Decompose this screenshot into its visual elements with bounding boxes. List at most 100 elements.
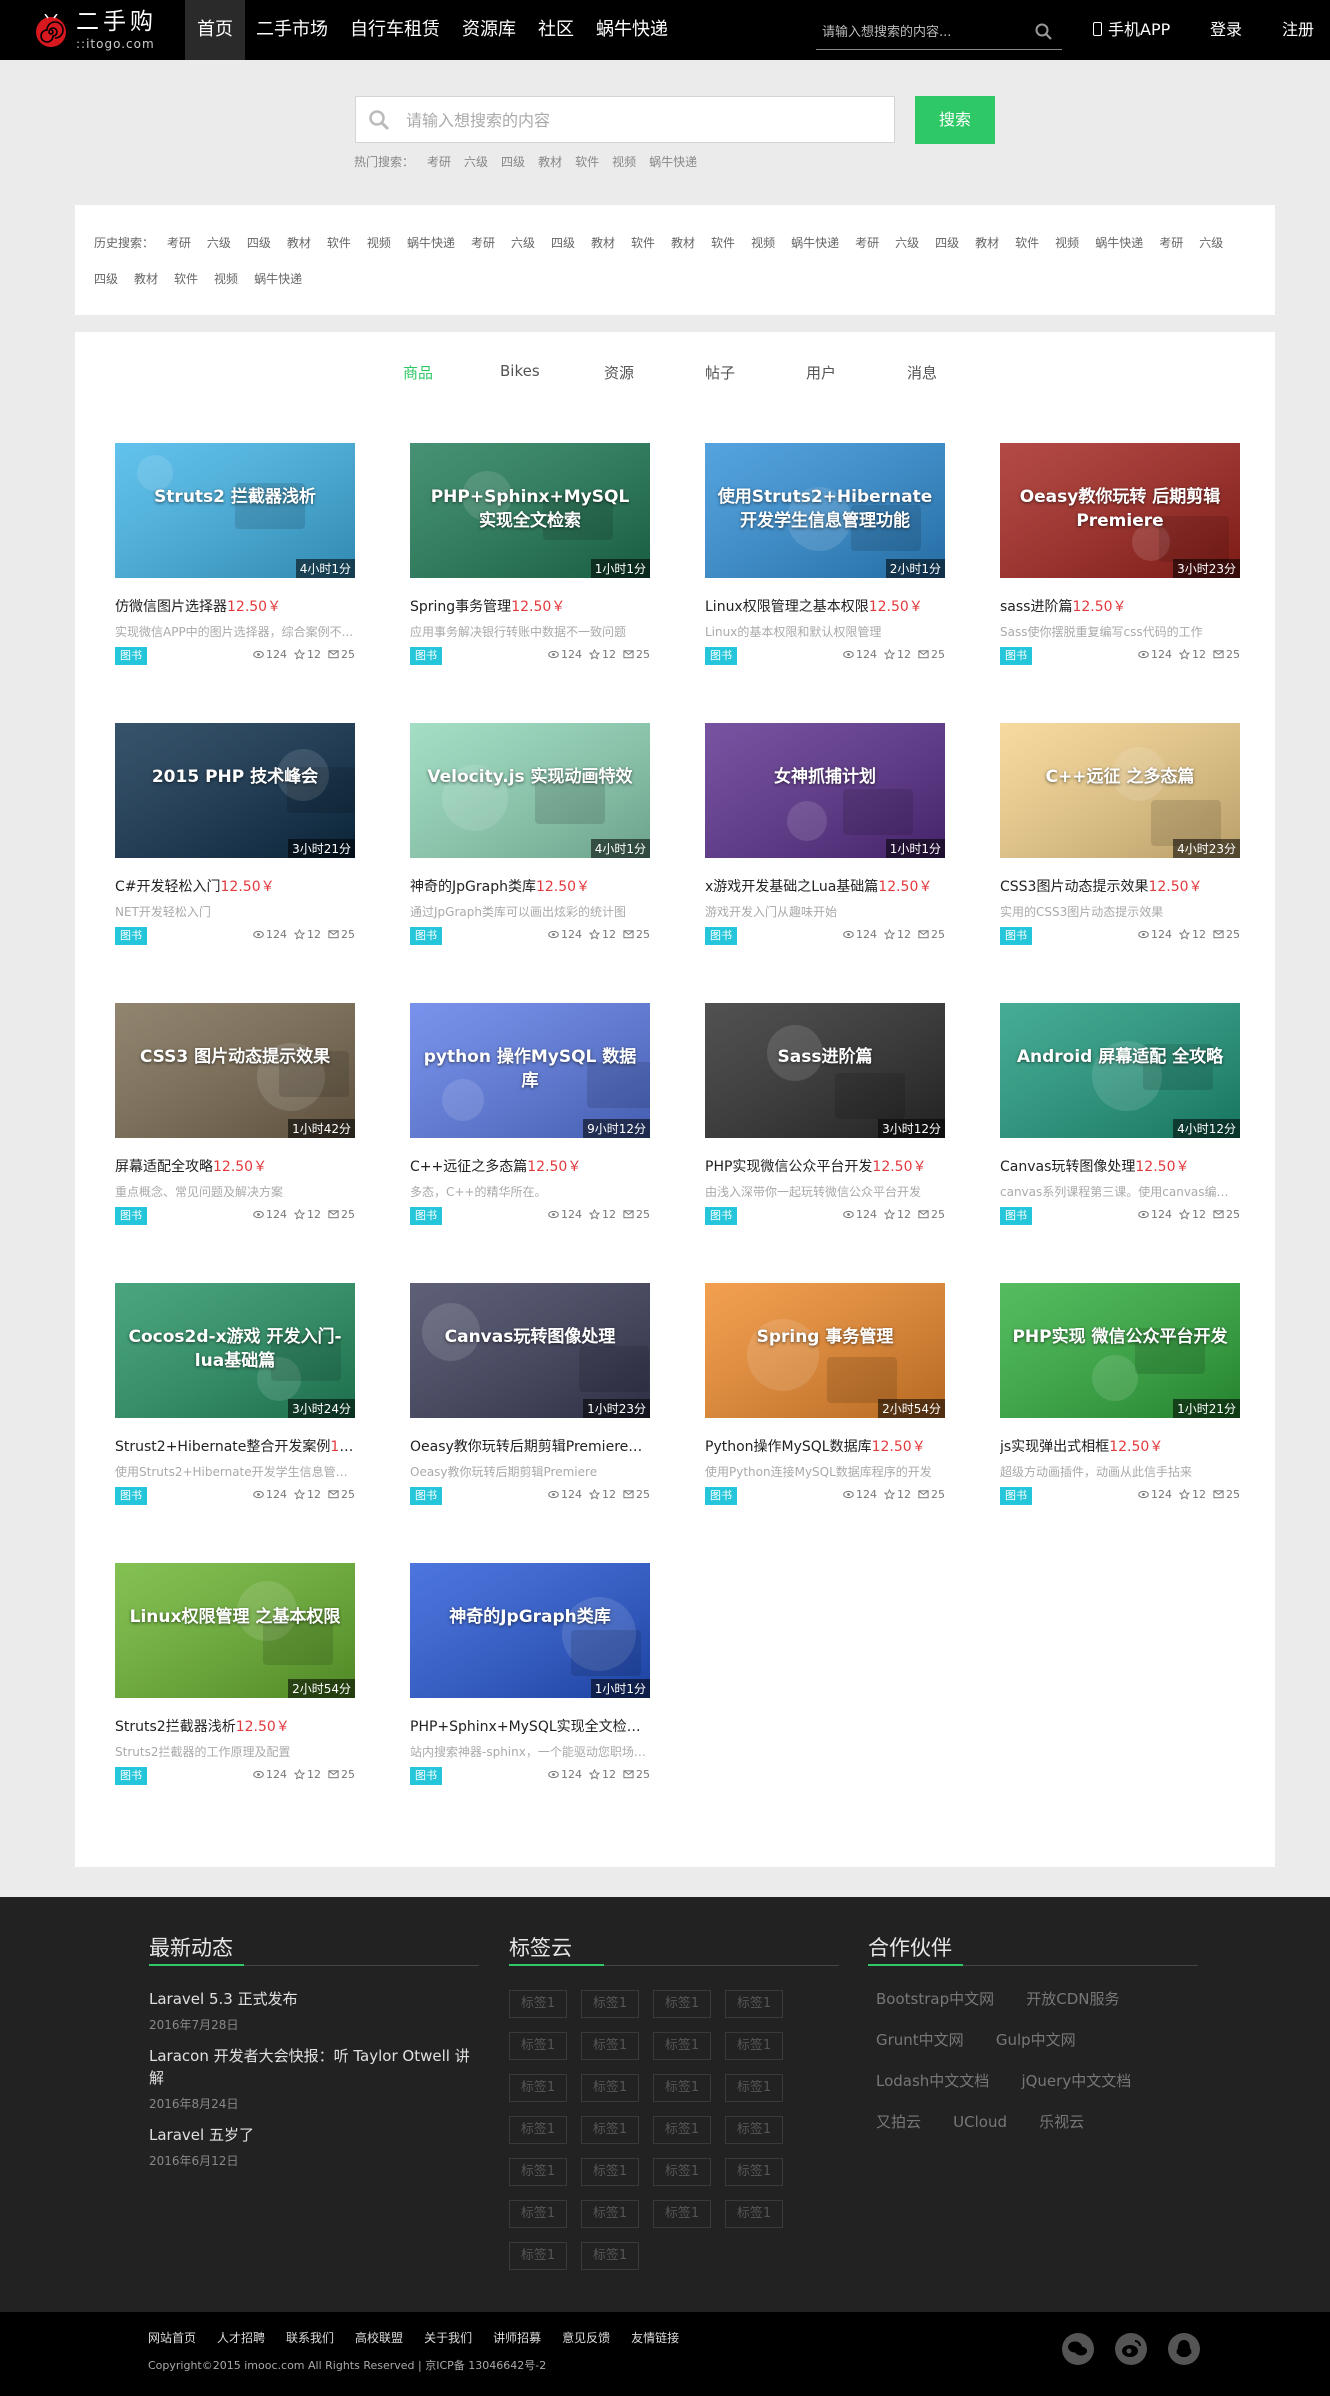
partner-link[interactable]: Grunt中文网 (876, 2029, 964, 2050)
history-item[interactable]: 软件 (711, 225, 735, 261)
news-item[interactable]: Laracon 开发者大会快报：听 Taylor Otwell 讲解 (149, 2045, 479, 2089)
category-tag[interactable]: 图书 (115, 647, 147, 665)
bottom-link[interactable]: 高校联盟 (355, 2329, 403, 2346)
tag-cloud-item[interactable]: 标签1 (725, 2074, 783, 2102)
logo[interactable]: 二手购 ::itogo.com (34, 8, 164, 52)
history-item[interactable]: 四级 (935, 225, 959, 261)
product-title[interactable]: PHP实现微信公众平台开发12.50￥ (705, 1156, 945, 1176)
search-button[interactable]: 搜索 (915, 96, 995, 144)
tab-users[interactable]: 用户 (806, 362, 836, 383)
product-card[interactable]: python 操作MySQL 数据库 9小时12分 C++远征之多态篇12.50￥ 多… (410, 1003, 650, 1253)
tag-cloud-item[interactable]: 标签1 (509, 2074, 567, 2102)
category-tag[interactable]: 图书 (115, 1487, 147, 1505)
product-card[interactable]: C++远征 之多态篇 4小时23分 CSS3图片动态提示效果12.50￥ 实用的CSS… (1000, 723, 1240, 973)
tag-cloud-item[interactable]: 标签1 (653, 2116, 711, 2144)
nav-resources[interactable]: 资源库 (451, 0, 527, 60)
product-title[interactable]: Strust2+Hibernate整合开发案例12.50￥ (115, 1436, 355, 1456)
category-tag[interactable]: 图书 (1000, 1207, 1032, 1225)
product-card[interactable]: Struts2 拦截器浅析 4小时1分 仿微信图片选择器12.50￥ 实现微信APP中… (115, 443, 355, 693)
history-item[interactable]: 软件 (174, 261, 198, 297)
register-link[interactable]: 注册 (1282, 0, 1314, 60)
tag-cloud-item[interactable]: 标签1 (509, 2032, 567, 2060)
hot-search-item[interactable]: 视频 (612, 153, 636, 170)
qq-icon[interactable] (1167, 2332, 1201, 2366)
product-card[interactable]: Android 屏幕适配 全攻略 4小时12分 Canvas玩转图像处理12.50￥… (1000, 1003, 1240, 1253)
category-tag[interactable]: 图书 (410, 927, 442, 945)
hot-search-item[interactable]: 蜗牛快递 (649, 153, 697, 170)
product-card[interactable]: 2015 PHP 技术峰会 3小时21分 C#开发轻松入门12.50￥ NET开发轻松… (115, 723, 355, 973)
history-item[interactable]: 六级 (1199, 225, 1223, 261)
history-item[interactable]: 视频 (1055, 225, 1079, 261)
history-item[interactable]: 视频 (214, 261, 238, 297)
history-item[interactable]: 六级 (207, 225, 231, 261)
tag-cloud-item[interactable]: 标签1 (581, 2032, 639, 2060)
tag-cloud-item[interactable]: 标签1 (581, 1990, 639, 2018)
history-item[interactable]: 六级 (511, 225, 535, 261)
tag-cloud-item[interactable]: 标签1 (653, 2032, 711, 2060)
history-item[interactable]: 蜗牛快递 (791, 225, 839, 261)
partner-link[interactable]: jQuery中文文档 (1021, 2070, 1131, 2091)
hot-search-item[interactable]: 四级 (501, 153, 525, 170)
category-tag[interactable]: 图书 (115, 1207, 147, 1225)
category-tag[interactable]: 图书 (705, 927, 737, 945)
partner-link[interactable]: UCloud (953, 2113, 1007, 2131)
history-item[interactable]: 软件 (327, 225, 351, 261)
tag-cloud-item[interactable]: 标签1 (653, 2074, 711, 2102)
product-thumbnail[interactable]: Linux权限管理 之基本权限 2小时54分 (115, 1563, 355, 1698)
tag-cloud-item[interactable]: 标签1 (725, 2200, 783, 2228)
nav-bike-rental[interactable]: 自行车租赁 (339, 0, 451, 60)
search-icon[interactable] (1034, 22, 1054, 42)
history-item[interactable]: 考研 (167, 225, 191, 261)
tab-posts[interactable]: 帖子 (705, 362, 735, 383)
nav-community[interactable]: 社区 (527, 0, 585, 60)
product-card[interactable]: CSS3 图片动态提示效果 1小时42分 屏幕适配全攻略12.50￥ 重点概念、常见问… (115, 1003, 355, 1253)
category-tag[interactable]: 图书 (705, 1207, 737, 1225)
history-item[interactable]: 教材 (134, 261, 158, 297)
news-item[interactable]: Laravel 5.3 正式发布 (149, 1988, 479, 2010)
product-thumbnail[interactable]: Struts2 拦截器浅析 4小时1分 (115, 443, 355, 578)
history-item[interactable]: 蜗牛快递 (254, 261, 302, 297)
product-title[interactable]: PHP+Sphinx+MySQL实现全文检索12.50￥ (410, 1716, 650, 1736)
tag-cloud-item[interactable]: 标签1 (581, 2074, 639, 2102)
nav-second-hand-market[interactable]: 二手市场 (245, 0, 339, 60)
product-thumbnail[interactable]: Velocity.js 实现动画特效 4小时1分 (410, 723, 650, 858)
category-tag[interactable]: 图书 (410, 1487, 442, 1505)
category-tag[interactable]: 图书 (705, 647, 737, 665)
tag-cloud-item[interactable]: 标签1 (653, 1990, 711, 2018)
product-title[interactable]: C#开发轻松入门12.50￥ (115, 876, 355, 896)
product-card[interactable]: Cocos2d-x游戏 开发入门-lua基础篇 3小时24分 Strust2+Hib… (115, 1283, 355, 1533)
category-tag[interactable]: 图书 (410, 647, 442, 665)
product-title[interactable]: Oeasy教你玩转后期剪辑Premiere12.50￥ (410, 1436, 650, 1456)
history-item[interactable]: 软件 (631, 225, 655, 261)
history-item[interactable]: 软件 (1015, 225, 1039, 261)
bottom-link[interactable]: 网站首页 (148, 2329, 196, 2346)
wechat-icon[interactable] (1061, 2332, 1095, 2366)
product-card[interactable]: PHP+Sphinx+MySQL 实现全文检索 1小时1分 Spring事务管理12… (410, 443, 650, 693)
product-title[interactable]: sass进阶篇12.50￥ (1000, 596, 1240, 616)
partner-link[interactable]: 开放CDN服务 (1026, 1988, 1119, 2009)
history-item[interactable]: 视频 (367, 225, 391, 261)
bottom-link[interactable]: 友情链接 (631, 2329, 679, 2346)
hot-search-item[interactable]: 教材 (538, 153, 562, 170)
category-tag[interactable]: 图书 (410, 1207, 442, 1225)
nav-snail-express[interactable]: 蜗牛快递 (585, 0, 679, 60)
history-item[interactable]: 教材 (287, 225, 311, 261)
tag-cloud-item[interactable]: 标签1 (581, 2116, 639, 2144)
product-thumbnail[interactable]: 女神抓捕计划 1小时1分 (705, 723, 945, 858)
tag-cloud-item[interactable]: 标签1 (581, 2158, 639, 2186)
product-thumbnail[interactable]: CSS3 图片动态提示效果 1小时42分 (115, 1003, 355, 1138)
bottom-link[interactable]: 人才招聘 (217, 2329, 265, 2346)
nav-home[interactable]: 首页 (185, 0, 245, 60)
phone-app-link[interactable]: 手机APP (1093, 0, 1170, 60)
product-card[interactable]: Linux权限管理 之基本权限 2小时54分 Struts2拦截器浅析12.50￥ S… (115, 1563, 355, 1813)
tag-cloud-item[interactable]: 标签1 (725, 2116, 783, 2144)
category-tag[interactable]: 图书 (115, 1767, 147, 1785)
product-title[interactable]: 屏幕适配全攻略12.50￥ (115, 1156, 355, 1176)
tag-cloud-item[interactable]: 标签1 (653, 2158, 711, 2186)
product-thumbnail[interactable]: Canvas玩转图像处理 1小时23分 (410, 1283, 650, 1418)
product-card[interactable]: Canvas玩转图像处理 1小时23分 Oeasy教你玩转后期剪辑Premiere1… (410, 1283, 650, 1533)
product-card[interactable]: 使用Struts2+Hibernate 开发学生信息管理功能 2小时1分 Linux… (705, 443, 945, 693)
product-thumbnail[interactable]: C++远征 之多态篇 4小时23分 (1000, 723, 1240, 858)
product-title[interactable]: js实现弹出式相框12.50￥ (1000, 1436, 1240, 1456)
product-thumbnail[interactable]: python 操作MySQL 数据库 9小时12分 (410, 1003, 650, 1138)
